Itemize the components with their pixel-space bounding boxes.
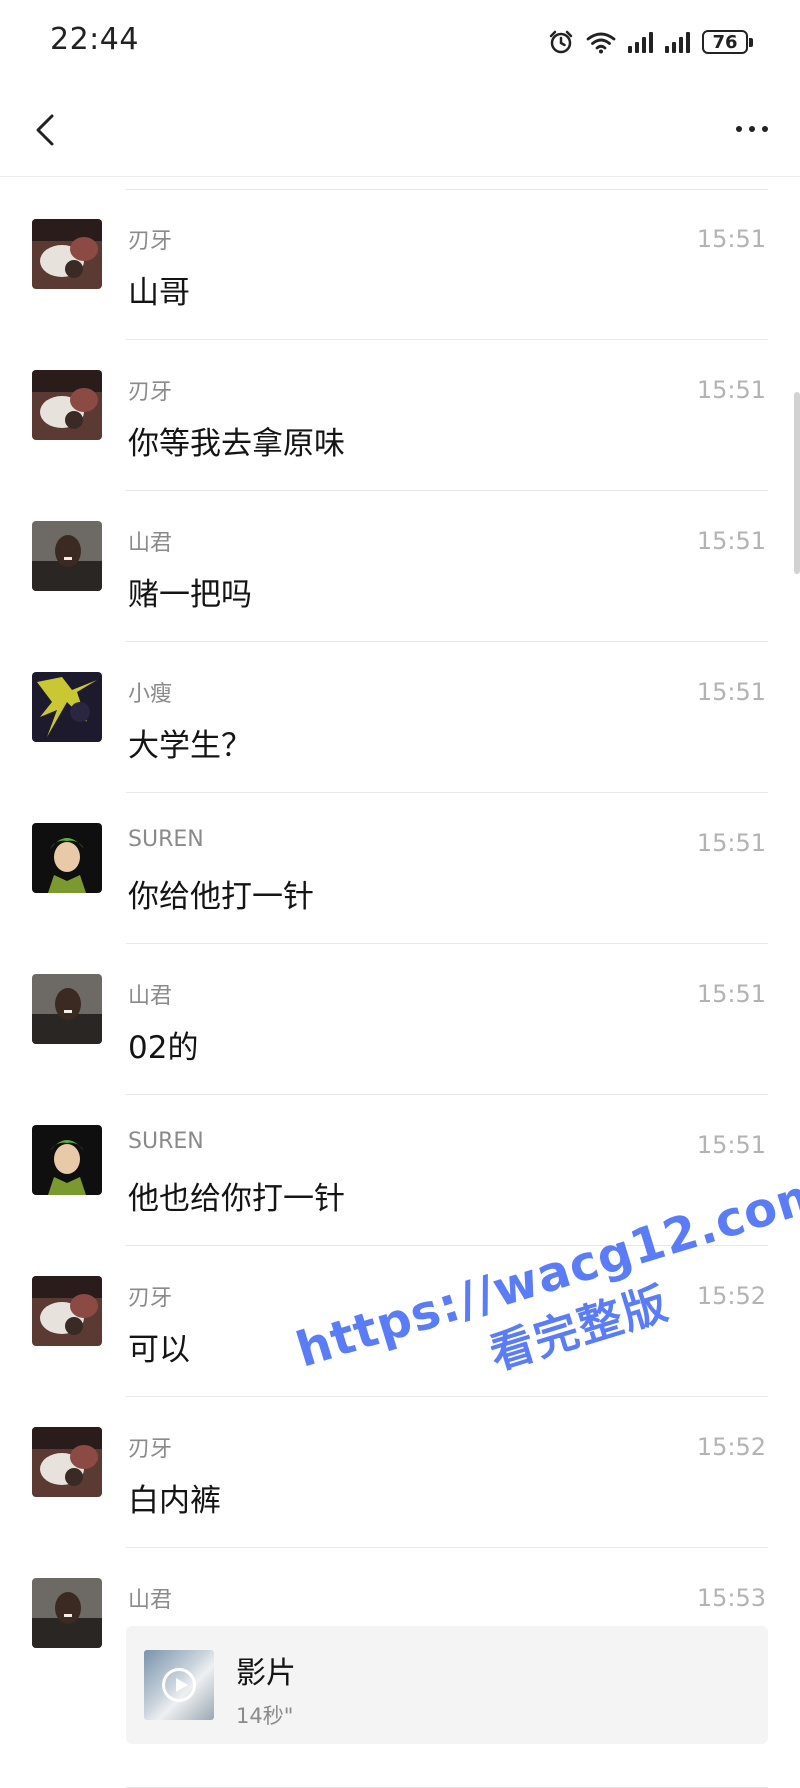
avatar-shanjun[interactable] bbox=[32, 521, 102, 591]
message-text: 你等我去拿原味 bbox=[128, 426, 345, 462]
list-item[interactable]: 刃牙 15:52 白内裤 bbox=[0, 1397, 800, 1548]
nav-bar bbox=[0, 84, 800, 177]
more-dots-icon[interactable] bbox=[712, 114, 768, 144]
list-item[interactable]: 山君 15:51 赌一把吗 bbox=[0, 491, 800, 642]
message-time: 15:51 bbox=[696, 829, 766, 857]
avatar-shanjun[interactable] bbox=[32, 974, 102, 1044]
message-text: 山哥 bbox=[128, 275, 190, 311]
message-time: 15:51 bbox=[696, 980, 766, 1008]
list-item[interactable]: 山君 15:53 影片 14秒" bbox=[0, 1548, 800, 1788]
message-time: 15:53 bbox=[696, 1584, 766, 1612]
avatar-renya[interactable] bbox=[32, 1427, 102, 1497]
message-text: 大学生？ bbox=[128, 728, 252, 764]
list-item[interactable]: 刃牙 15:51 你等我去拿原味 bbox=[0, 340, 800, 491]
message-time: 15:51 bbox=[696, 225, 766, 253]
sender-name: 山君 bbox=[128, 531, 173, 556]
sender-name: 刃牙 bbox=[128, 380, 173, 405]
list-item[interactable]: 刃牙 15:51 山哥 bbox=[0, 189, 800, 340]
video-title: 影片 bbox=[236, 1656, 296, 1691]
play-icon bbox=[162, 1668, 196, 1702]
message-text: 他也给你打一针 bbox=[128, 1181, 345, 1217]
sender-name: 小瘦 bbox=[128, 682, 173, 707]
chevron-left-icon[interactable] bbox=[22, 106, 70, 154]
message-text: 赌一把吗 bbox=[128, 577, 252, 613]
sender-name: SUREN bbox=[128, 1129, 204, 1154]
list-item[interactable]: SUREN 15:51 他也给你打一针 bbox=[0, 1095, 800, 1246]
avatar-xiaoshou[interactable] bbox=[32, 672, 102, 742]
video-thumbnail[interactable] bbox=[144, 1650, 214, 1720]
status-icons: 76 bbox=[548, 24, 753, 60]
message-text: 你给他打一针 bbox=[128, 879, 314, 915]
signal-icon-2 bbox=[665, 31, 690, 53]
sender-name: 刃牙 bbox=[128, 1286, 173, 1311]
status-time: 22:44 bbox=[50, 22, 139, 57]
list-item[interactable]: 小瘦 15:51 大学生？ bbox=[0, 642, 800, 793]
video-message-card[interactable]: 影片 14秒" bbox=[126, 1626, 768, 1744]
avatar-renya[interactable] bbox=[32, 370, 102, 440]
message-time: 15:51 bbox=[696, 376, 766, 404]
alarm-clock-icon bbox=[549, 30, 573, 54]
wifi-icon bbox=[586, 32, 616, 54]
video-duration: 14秒" bbox=[236, 1704, 294, 1728]
avatar-suren[interactable] bbox=[32, 823, 102, 893]
message-time: 15:51 bbox=[696, 678, 766, 706]
scrollbar[interactable] bbox=[794, 392, 800, 574]
list-item[interactable]: 山君 15:51 02的 bbox=[0, 944, 800, 1095]
sender-name: 山君 bbox=[128, 1588, 173, 1613]
avatar-renya[interactable] bbox=[32, 219, 102, 289]
list-item[interactable]: SUREN 15:51 你给他打一针 bbox=[0, 793, 800, 944]
sender-name: 刃牙 bbox=[128, 1437, 173, 1462]
message-text: 可以 bbox=[128, 1332, 190, 1368]
message-text: 白内裤 bbox=[128, 1483, 221, 1519]
message-text: 02的 bbox=[128, 1030, 199, 1066]
avatar-suren[interactable] bbox=[32, 1125, 102, 1195]
signal-icon bbox=[628, 31, 653, 53]
avatar-shanjun[interactable] bbox=[32, 1578, 102, 1648]
avatar-renya[interactable] bbox=[32, 1276, 102, 1346]
battery-indicator: 76 bbox=[702, 30, 753, 54]
sender-name: SUREN bbox=[128, 827, 204, 852]
list-item[interactable]: 刃牙 15:52 可以 bbox=[0, 1246, 800, 1397]
message-time: 15:51 bbox=[696, 527, 766, 555]
message-time: 15:52 bbox=[696, 1433, 766, 1461]
message-time: 15:51 bbox=[696, 1131, 766, 1159]
sender-name: 山君 bbox=[128, 984, 173, 1009]
sender-name: 刃牙 bbox=[128, 229, 173, 254]
message-time: 15:52 bbox=[696, 1282, 766, 1310]
message-list[interactable]: 刃牙 15:51 山哥 刃牙 15:51 你等我去拿原味 山君 15:51 赌一… bbox=[0, 189, 800, 1788]
status-bar: 22:44 76 bbox=[0, 0, 800, 84]
